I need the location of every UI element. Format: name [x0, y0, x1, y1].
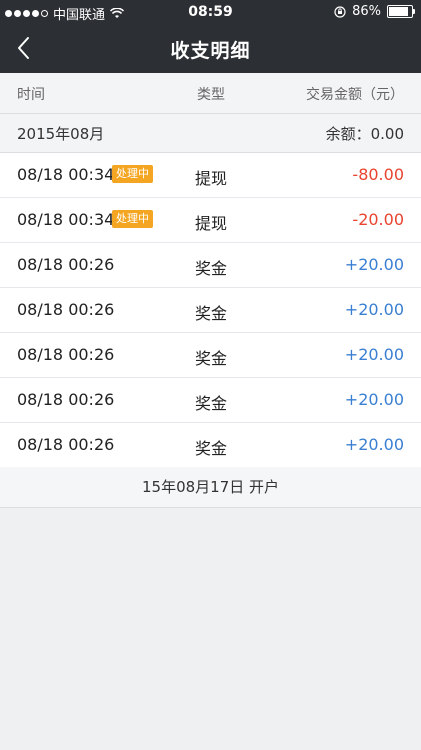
- transaction-type: 奖金: [195, 304, 228, 323]
- transaction-amount: +20.00: [344, 390, 404, 409]
- processing-badge: 处理中: [112, 165, 153, 183]
- transaction-type: 提现: [195, 214, 228, 233]
- transaction-time: 08/18 00:26: [17, 435, 115, 454]
- account-open-footer: 15年08月17日 开户: [0, 467, 421, 508]
- transaction-list: 08/18 00:34 处理中 提现 -80.00 08/18 00:34 处理中 提现 -2…: [0, 153, 421, 468]
- month-section-header: 2015年08月 余额：0.00: [0, 114, 421, 153]
- transaction-row[interactable]: 08/18 00:26 奖金 +20.00: [0, 423, 421, 468]
- transaction-amount: -20.00: [352, 210, 404, 229]
- transaction-row[interactable]: 08/18 00:26 奖金 +20.00: [0, 378, 421, 423]
- transaction-time: 08/18 00:26: [17, 390, 115, 409]
- transaction-row[interactable]: 08/18 00:26 奖金 +20.00: [0, 243, 421, 288]
- transaction-time: 08/18 00:26: [17, 255, 115, 274]
- transaction-amount: +20.00: [344, 435, 404, 454]
- transaction-amount: +20.00: [344, 300, 404, 319]
- nav-bar: 收支明细: [0, 24, 421, 73]
- transaction-type: 奖金: [195, 439, 228, 458]
- rotation-lock-icon: [334, 5, 346, 18]
- transaction-amount: -80.00: [352, 165, 404, 184]
- page-title: 收支明细: [170, 40, 251, 62]
- processing-badge: 处理中: [112, 210, 153, 228]
- transaction-row[interactable]: 08/18 00:34 处理中 提现 -80.00: [0, 153, 421, 198]
- month-label: 2015年08月: [17, 125, 105, 143]
- transaction-time: 08/18 00:26: [17, 345, 115, 364]
- transaction-row[interactable]: 08/18 00:34 处理中 提现 -20.00: [0, 198, 421, 243]
- transaction-type: 奖金: [195, 259, 228, 278]
- transaction-amount: +20.00: [344, 255, 404, 274]
- transaction-time: 08/18 00:34: [17, 210, 115, 229]
- transaction-time: 08/18 00:34: [17, 165, 115, 184]
- balance-label: 余额：0.00: [325, 125, 404, 143]
- column-time: 时间: [17, 87, 45, 103]
- column-amount: 交易金额（元）: [306, 87, 404, 103]
- transaction-type: 奖金: [195, 349, 228, 368]
- battery-percent: 86%: [352, 4, 381, 19]
- column-type: 类型: [197, 87, 225, 103]
- transaction-type: 奖金: [195, 394, 228, 413]
- status-bar: 中国联通 08:59 86%: [0, 0, 421, 24]
- battery-icon: [387, 5, 415, 18]
- transaction-type: 提现: [195, 169, 228, 188]
- transaction-row[interactable]: 08/18 00:26 奖金 +20.00: [0, 333, 421, 378]
- transaction-amount: +20.00: [344, 345, 404, 364]
- top-bar: 中国联通 08:59 86% 收支明细: [0, 0, 421, 73]
- column-header: 时间 类型 交易金额（元）: [0, 73, 421, 114]
- transaction-row[interactable]: 08/18 00:26 奖金 +20.00: [0, 288, 421, 333]
- transaction-time: 08/18 00:26: [17, 300, 115, 319]
